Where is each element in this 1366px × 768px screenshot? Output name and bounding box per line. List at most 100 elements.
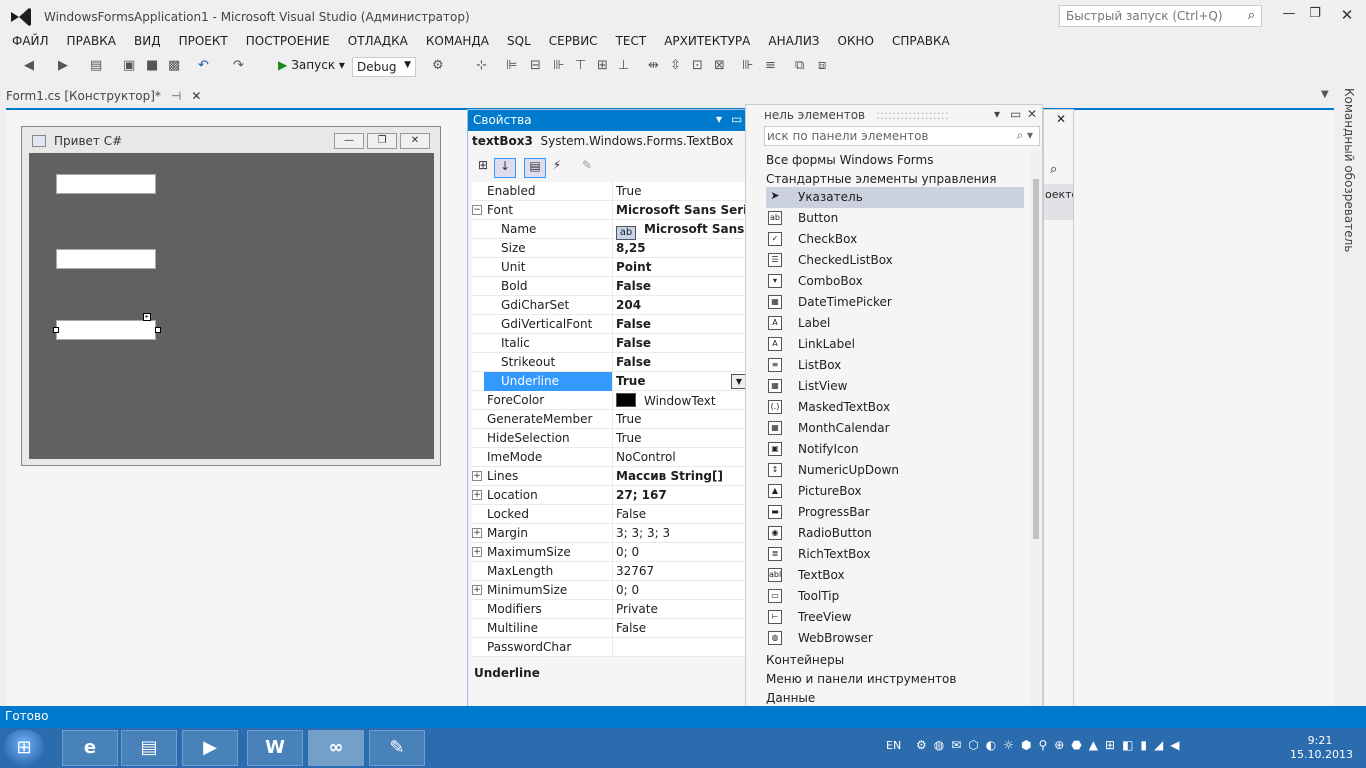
property-row[interactable]: + MinimumSize 0; 0 bbox=[472, 581, 750, 600]
property-value[interactable]: Point bbox=[616, 260, 750, 274]
align-left-icon[interactable]: ⊫ bbox=[506, 58, 517, 78]
solution-config-select[interactable]: Debug ▼ bbox=[352, 57, 416, 77]
same-width-icon[interactable]: ⇹ bbox=[648, 58, 659, 78]
maximize-panel-icon[interactable]: ▭ bbox=[1010, 107, 1021, 121]
events-icon[interactable]: ⚡ bbox=[546, 158, 568, 178]
property-value[interactable]: 0; 0 bbox=[616, 583, 750, 597]
property-pages-icon[interactable]: ✎ bbox=[576, 158, 598, 178]
property-value[interactable]: 27; 167 bbox=[616, 488, 750, 502]
tab-overflow-icon[interactable]: ▼ bbox=[1321, 89, 1329, 100]
close-panel-icon[interactable]: ✕ bbox=[1027, 107, 1037, 121]
smart-tag-icon[interactable]: ▸ bbox=[143, 313, 151, 321]
property-value[interactable]: False bbox=[616, 507, 750, 521]
toolbox-item[interactable]: ≣ RichTextBox bbox=[766, 544, 1024, 565]
expand-icon[interactable]: + bbox=[472, 585, 482, 595]
property-value[interactable]: False bbox=[616, 355, 750, 369]
resize-handle-right[interactable] bbox=[155, 327, 161, 333]
property-value[interactable]: True bbox=[616, 184, 750, 198]
align-right-icon[interactable]: ⊪ bbox=[553, 58, 564, 78]
menu-debug[interactable]: ОТЛАДКА bbox=[348, 32, 408, 48]
form-client-area[interactable]: ▸ bbox=[29, 153, 434, 459]
property-row[interactable]: Italic False bbox=[472, 334, 750, 353]
system-tray-icons[interactable]: ⚙◍✉⬡◐☼⬢⚲⊕⬣▲⊞◧▮◢◀ bbox=[916, 738, 1186, 752]
column-divider[interactable] bbox=[612, 201, 613, 220]
menu-team[interactable]: КОМАНДА bbox=[426, 32, 489, 48]
expand-icon[interactable]: + bbox=[472, 471, 482, 481]
quick-launch-input[interactable]: Быстрый запуск (Ctrl+Q) ⌕ bbox=[1059, 5, 1262, 27]
column-divider[interactable] bbox=[612, 581, 613, 600]
pin-icon[interactable]: ⊣ bbox=[171, 89, 181, 103]
start-debug-button[interactable]: ▶ Запуск ▾ bbox=[278, 58, 345, 78]
toolbox-item[interactable]: ◍ WebBrowser bbox=[766, 628, 1024, 649]
designed-form[interactable]: Привет C# — ❐ ✕ ▸ bbox=[21, 126, 441, 466]
close-button[interactable]: ✕ bbox=[1334, 6, 1360, 24]
property-value[interactable]: False bbox=[616, 336, 750, 350]
property-row[interactable]: Underline True ▼ bbox=[472, 372, 750, 391]
column-divider[interactable] bbox=[612, 524, 613, 543]
menu-tools[interactable]: СЕРВИС bbox=[549, 32, 598, 48]
column-divider[interactable] bbox=[612, 543, 613, 562]
object-selector[interactable]: textBox3 System.Windows.Forms.TextBox ▼ bbox=[472, 134, 762, 148]
dropdown-arrow-icon[interactable]: ▾ bbox=[994, 107, 1000, 121]
property-value[interactable]: Private bbox=[616, 602, 750, 616]
toolbox-category[interactable]: Данные bbox=[766, 691, 815, 705]
property-value[interactable]: 204 bbox=[616, 298, 750, 312]
column-divider[interactable] bbox=[612, 467, 613, 486]
property-row[interactable]: + MaximumSize 0; 0 bbox=[472, 543, 750, 562]
open-file-icon[interactable]: ▣ bbox=[123, 58, 135, 78]
property-row[interactable]: −Font Microsoft Sans Serif; 8,25pt; style… bbox=[472, 201, 750, 220]
same-height-icon[interactable]: ⇳ bbox=[670, 58, 681, 78]
toolbox-item[interactable]: ≡ ListBox bbox=[766, 355, 1024, 376]
column-divider[interactable] bbox=[612, 239, 613, 258]
bring-front-icon[interactable]: ⧉ bbox=[795, 58, 804, 78]
same-size-icon[interactable]: ⊡ bbox=[692, 58, 703, 78]
toolbox-item[interactable]: ▾ ComboBox bbox=[766, 271, 1024, 292]
paint-icon[interactable]: ✎ bbox=[369, 730, 425, 766]
column-divider[interactable] bbox=[612, 429, 613, 448]
align-top-icon[interactable]: ⊤ bbox=[575, 58, 586, 78]
toolbox-search-input[interactable]: иск по панели элементов ⌕ ▾ bbox=[764, 126, 1040, 146]
property-value[interactable]: Массив String[] bbox=[616, 469, 750, 483]
close-panel-icon[interactable]: ✕ bbox=[1056, 112, 1066, 126]
column-divider[interactable] bbox=[612, 562, 613, 581]
property-value[interactable]: False bbox=[616, 279, 750, 293]
toolbox-item[interactable]: ▭ ToolTip bbox=[766, 586, 1024, 607]
column-divider[interactable] bbox=[612, 258, 613, 277]
toolbox-item[interactable]: ✓ CheckBox bbox=[766, 229, 1024, 250]
toolbox-scrollbar[interactable] bbox=[1030, 149, 1042, 715]
textbox3-selected[interactable] bbox=[56, 320, 156, 340]
toolbox-item[interactable]: ☰ CheckedListBox bbox=[766, 250, 1024, 271]
word-icon[interactable]: W bbox=[247, 730, 303, 766]
toolbox-item[interactable]: A LinkLabel bbox=[766, 334, 1024, 355]
column-divider[interactable] bbox=[612, 600, 613, 619]
menu-project[interactable]: ПРОЕКТ bbox=[179, 32, 228, 48]
team-explorer-tab[interactable]: Командный обозреватель bbox=[1336, 88, 1364, 252]
language-indicator[interactable]: EN bbox=[886, 739, 901, 752]
column-divider[interactable] bbox=[612, 619, 613, 638]
column-divider[interactable] bbox=[612, 353, 613, 372]
align-center-icon[interactable]: ⊟ bbox=[530, 58, 541, 78]
start-button[interactable]: ⊞ bbox=[3, 730, 45, 766]
menu-architecture[interactable]: АРХИТЕКТУРА bbox=[664, 32, 750, 48]
property-row[interactable]: GenerateMember True bbox=[472, 410, 750, 429]
undo-icon[interactable]: ↶ bbox=[198, 58, 209, 78]
search-icon[interactable]: ⌕ bbox=[1050, 162, 1057, 177]
column-divider[interactable] bbox=[612, 277, 613, 296]
categorized-icon[interactable]: ⊞ bbox=[472, 158, 494, 178]
align-middle-icon[interactable]: ⊞ bbox=[597, 58, 608, 78]
column-divider[interactable] bbox=[612, 391, 613, 410]
forward-icon[interactable]: ▶ bbox=[58, 58, 68, 78]
menu-sql[interactable]: SQL bbox=[507, 32, 531, 48]
toolbox-item[interactable]: A Label bbox=[766, 313, 1024, 334]
property-row[interactable]: Size 8,25 bbox=[472, 239, 750, 258]
property-value[interactable]: False bbox=[616, 317, 750, 331]
property-row[interactable]: + Location 27; 167 bbox=[472, 486, 750, 505]
grid-icon[interactable]: ⊠ bbox=[714, 58, 725, 78]
resize-handle-left[interactable] bbox=[53, 327, 59, 333]
dropdown-arrow-icon[interactable]: ▾ bbox=[716, 112, 722, 126]
menu-analyze[interactable]: АНАЛИЗ bbox=[768, 32, 819, 48]
property-value[interactable]: 8,25 bbox=[616, 241, 750, 255]
column-divider[interactable] bbox=[612, 334, 613, 353]
back-icon[interactable]: ◀ bbox=[24, 58, 34, 78]
maximize-panel-icon[interactable]: ▭ bbox=[731, 112, 742, 126]
